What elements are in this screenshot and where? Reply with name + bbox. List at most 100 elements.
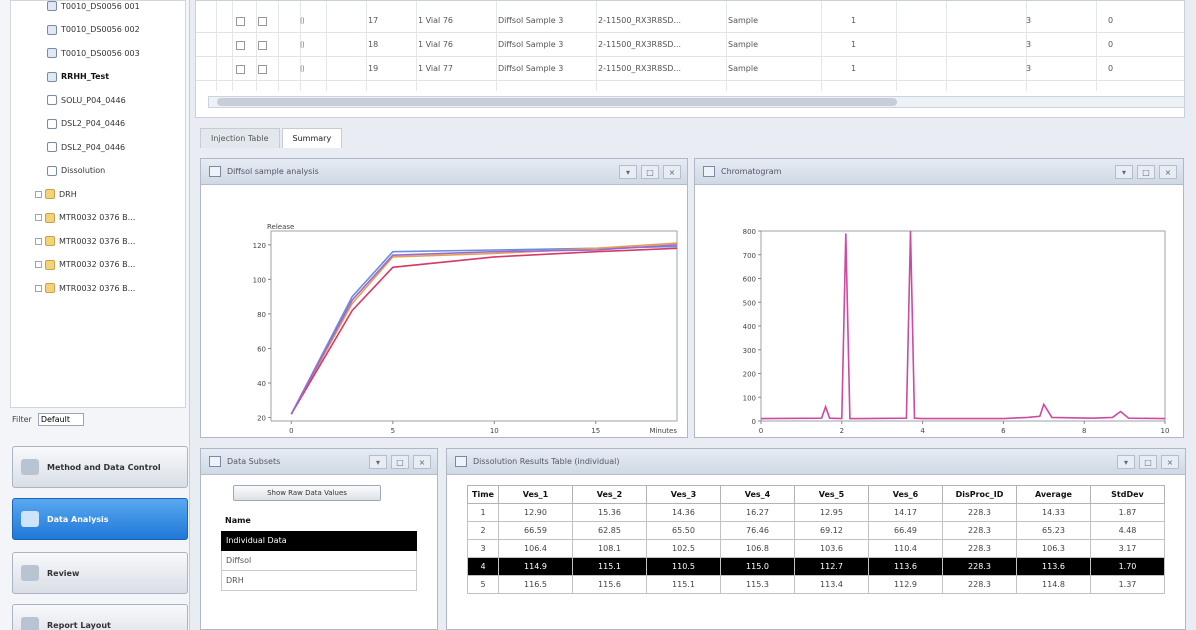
- tree-item[interactable]: RRHH_Test: [47, 68, 109, 86]
- table-cell: 14.33: [1015, 503, 1091, 522]
- expand-icon[interactable]: [35, 214, 42, 221]
- tree-item[interactable]: T0010_DS0056 002: [47, 21, 140, 39]
- subset-item[interactable]: Diffsol: [221, 551, 417, 571]
- pin-icon[interactable]: ▾: [369, 455, 387, 469]
- row-checkbox[interactable]: [258, 17, 267, 26]
- table-cell: 228.3: [941, 539, 1017, 558]
- table-cell: 2: [467, 521, 499, 540]
- restore-icon[interactable]: □: [391, 455, 409, 469]
- expand-icon[interactable]: [35, 237, 42, 245]
- table-cell: 115.1: [571, 557, 647, 576]
- injection-table[interactable]: ⌷ 17 1 Vial 76 Diffsol Sample 3 2-11500_RX3R…: [195, 0, 1185, 118]
- subset-item[interactable]: Individual Data: [221, 531, 417, 551]
- table-cell: Sample: [728, 40, 758, 49]
- column-header[interactable]: DisProc_ID: [941, 485, 1017, 504]
- tree-item[interactable]: T0010_DS0056 003: [47, 44, 140, 62]
- nav-button[interactable]: Report Layout: [12, 604, 188, 630]
- table-cell: 106.8: [719, 539, 795, 558]
- tree-item[interactable]: Dissolution: [47, 162, 105, 180]
- table-cell: 114.9: [497, 557, 573, 576]
- table-row[interactable]: 4 114.9 115.1 110.5 115.0 112.7 113.6 228.3 113.…: [467, 557, 1165, 576]
- column-header[interactable]: Ves_3: [645, 485, 721, 504]
- close-icon[interactable]: ×: [413, 455, 431, 469]
- pin-icon[interactable]: ▾: [619, 165, 637, 179]
- table-row[interactable]: ⌷ 18 1 Vial 76 Diffsol Sample 3 2-11500_RX3R…: [196, 35, 1184, 57]
- tree-item[interactable]: DSL2_P04_0446: [47, 115, 125, 133]
- scrollbar-thumb[interactable]: [217, 98, 897, 106]
- tree-item[interactable]: MTR0032 0376 B...: [35, 279, 135, 297]
- nav-button[interactable]: Review: [12, 552, 188, 594]
- table-row[interactable]: 2 66.59 62.85 65.50 76.46 69.12 66.49 228.3 65.2…: [467, 521, 1165, 540]
- close-icon[interactable]: ×: [663, 165, 681, 179]
- table-cell: 0: [1108, 16, 1114, 25]
- close-icon[interactable]: ×: [1161, 455, 1179, 469]
- table-row[interactable]: ⌷ 19 1 Vial 77 Diffsol Sample 3 2-11500_RX3R…: [196, 59, 1184, 81]
- tree-item[interactable]: MTR0032 0376 B...: [35, 256, 135, 274]
- nav-button[interactable]: Data Analysis: [12, 498, 188, 540]
- column-header[interactable]: Time: [467, 485, 499, 504]
- tree-item[interactable]: MTR0032 0376 B...: [35, 209, 135, 227]
- column-header[interactable]: Ves_4: [719, 485, 795, 504]
- table-cell: Sample: [728, 16, 758, 25]
- tree-item[interactable]: DSL2_P04_0446: [47, 138, 125, 156]
- show-raw-data-button[interactable]: Show Raw Data Values: [233, 485, 381, 501]
- filter-input[interactable]: [37, 412, 84, 426]
- x-tick-label: 10: [490, 427, 499, 435]
- dissolution-chart-panel: Diffsol sample analysis ▾ □ × 20 40 60 80 100 1…: [200, 158, 688, 438]
- table-cell: 66.49: [867, 521, 943, 540]
- tree-item-label: SOLU_P04_0446: [61, 95, 126, 105]
- column-header[interactable]: Average: [1015, 485, 1091, 504]
- restore-icon[interactable]: □: [641, 165, 659, 179]
- table-row[interactable]: 5 116.5 115.6 115.1 115.3 113.4 112.9 228.3 114.…: [467, 575, 1165, 594]
- table-cell: 12.95: [793, 503, 869, 522]
- row-checkbox[interactable]: [236, 17, 245, 26]
- restore-icon[interactable]: □: [1139, 455, 1157, 469]
- table-row[interactable]: 3 106.4 108.1 102.5 106.8 103.6 110.4 228.3 106.…: [467, 539, 1165, 558]
- column-header[interactable]: StdDev: [1089, 485, 1165, 504]
- table-row[interactable]: ⌷ 17 1 Vial 76 Diffsol Sample 3 2-11500_RX3R…: [196, 11, 1184, 33]
- nav-button[interactable]: Method and Data Control: [12, 446, 188, 488]
- tree-item[interactable]: T0010_DS0056 001: [47, 1, 140, 15]
- row-checkbox[interactable]: [236, 65, 245, 74]
- column-header[interactable]: Ves_5: [793, 485, 869, 504]
- row-checkbox[interactable]: [258, 65, 267, 74]
- folder-icon: [45, 236, 55, 246]
- table-cell: 1: [851, 16, 857, 25]
- pin-icon[interactable]: ▾: [1115, 165, 1133, 179]
- tree-item[interactable]: SOLU_P04_0446: [47, 91, 126, 109]
- table-cell: 106.3: [1015, 539, 1091, 558]
- column-header[interactable]: Ves_6: [867, 485, 943, 504]
- table-cell: 3.17: [1089, 539, 1165, 558]
- close-icon[interactable]: ×: [1159, 165, 1177, 179]
- row-checkbox[interactable]: [258, 41, 267, 50]
- dataset-icon: [47, 71, 57, 82]
- nav-button-label: Review: [47, 568, 80, 578]
- table-cell: 15.36: [571, 503, 647, 522]
- table-cell: 113.4: [793, 575, 869, 594]
- expand-icon[interactable]: [35, 190, 42, 198]
- project-tree[interactable]: T0010_DS0056 001 T0010_DS0056 002 T0010_DS…: [10, 0, 186, 408]
- table-cell: 1 Vial 77: [418, 64, 453, 73]
- y-tick-label: 60: [257, 345, 266, 353]
- document-icon: [47, 142, 57, 152]
- pin-icon[interactable]: ▾: [1117, 455, 1135, 469]
- folder-icon: [45, 259, 55, 270]
- tree-item[interactable]: DRH: [35, 185, 77, 203]
- row-checkbox[interactable]: [236, 41, 245, 50]
- table-cell: 69.12: [793, 521, 869, 540]
- tab[interactable]: Summary: [281, 128, 343, 148]
- y-tick-label: 700: [743, 252, 756, 260]
- tab[interactable]: Injection Table: [200, 128, 280, 148]
- column-header[interactable]: Ves_1: [497, 485, 573, 504]
- expand-icon[interactable]: [35, 261, 42, 268]
- table-cell: 62.85: [571, 521, 647, 540]
- x-tick-label: 0: [289, 427, 293, 435]
- table-cell: 228.3: [941, 521, 1017, 540]
- restore-icon[interactable]: □: [1137, 165, 1155, 179]
- expand-icon[interactable]: [35, 284, 42, 292]
- subset-item[interactable]: DRH: [221, 571, 417, 591]
- column-header[interactable]: Ves_2: [571, 485, 647, 504]
- table-row[interactable]: 1 12.90 15.36 14.36 16.27 12.95 14.17 228.3 14.3…: [467, 503, 1165, 522]
- horizontal-scrollbar[interactable]: [208, 96, 1184, 108]
- tree-item[interactable]: MTR0032 0376 B...: [35, 232, 135, 250]
